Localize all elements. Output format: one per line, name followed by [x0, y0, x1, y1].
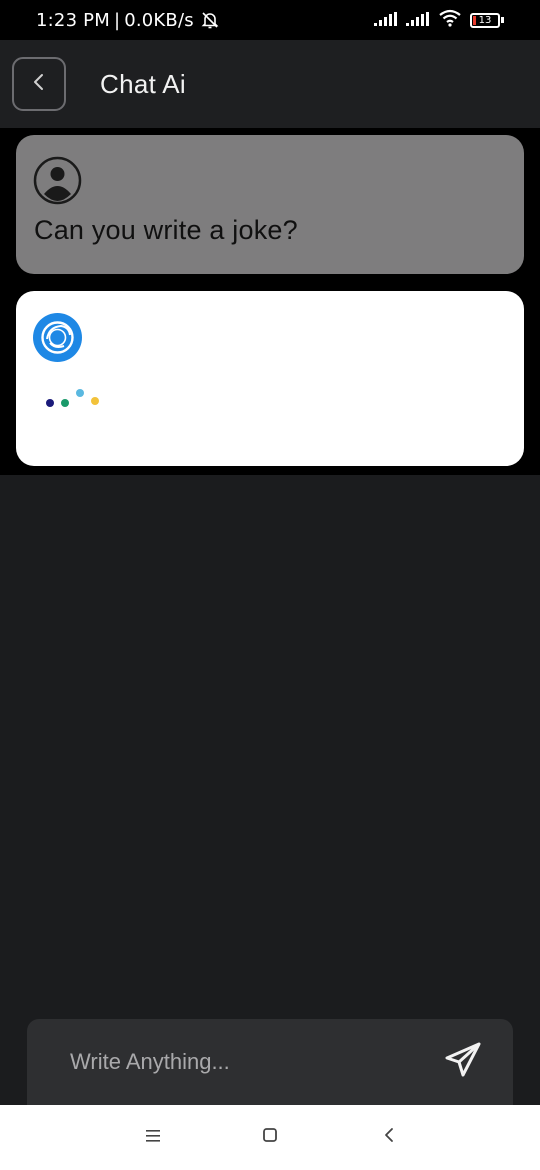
ai-message-bubble — [16, 291, 524, 466]
send-button[interactable] — [441, 1040, 485, 1084]
typing-dot — [91, 397, 99, 405]
system-back-button[interactable] — [377, 1125, 401, 1149]
signal-icon — [406, 10, 430, 31]
back-icon — [382, 1127, 396, 1147]
message-input[interactable] — [70, 1049, 410, 1075]
message-composer — [27, 1019, 513, 1105]
status-bar: 1:23 PM | 0.0KB/s 13 — [0, 0, 540, 40]
user-message-bubble: Can you write a joke? — [16, 135, 524, 274]
page-title: Chat Ai — [100, 68, 186, 99]
app-header: Chat Ai — [0, 40, 540, 128]
menu-icon — [145, 1128, 161, 1147]
typing-dot — [61, 399, 69, 407]
ai-logo-icon — [33, 313, 82, 362]
battery-level: 13 — [470, 12, 500, 28]
home-button[interactable] — [258, 1125, 282, 1149]
wifi-icon — [438, 9, 462, 32]
back-button[interactable] — [12, 57, 66, 111]
signal-icon — [374, 10, 398, 31]
network-speed: 0.0KB/s — [124, 9, 194, 31]
system-nav-bar — [0, 1105, 540, 1170]
user-message-text: Can you write a joke? — [34, 215, 298, 245]
typing-dot — [46, 399, 54, 407]
user-avatar-icon — [33, 156, 82, 205]
menu-button[interactable] — [141, 1125, 165, 1149]
send-icon — [443, 1040, 483, 1084]
typing-indicator — [42, 387, 112, 411]
status-time: 1:23 PM — [36, 9, 110, 31]
battery-icon: 13 — [470, 12, 504, 28]
muted-bell-icon — [200, 10, 220, 30]
status-right: 13 — [374, 9, 504, 32]
status-separator: | — [113, 9, 121, 31]
status-left: 1:23 PM | 0.0KB/s — [36, 10, 220, 31]
chat-area: Can you write a joke? — [0, 128, 540, 475]
typing-dot — [76, 389, 84, 397]
chevron-left-icon — [29, 72, 49, 96]
home-icon — [262, 1127, 278, 1147]
